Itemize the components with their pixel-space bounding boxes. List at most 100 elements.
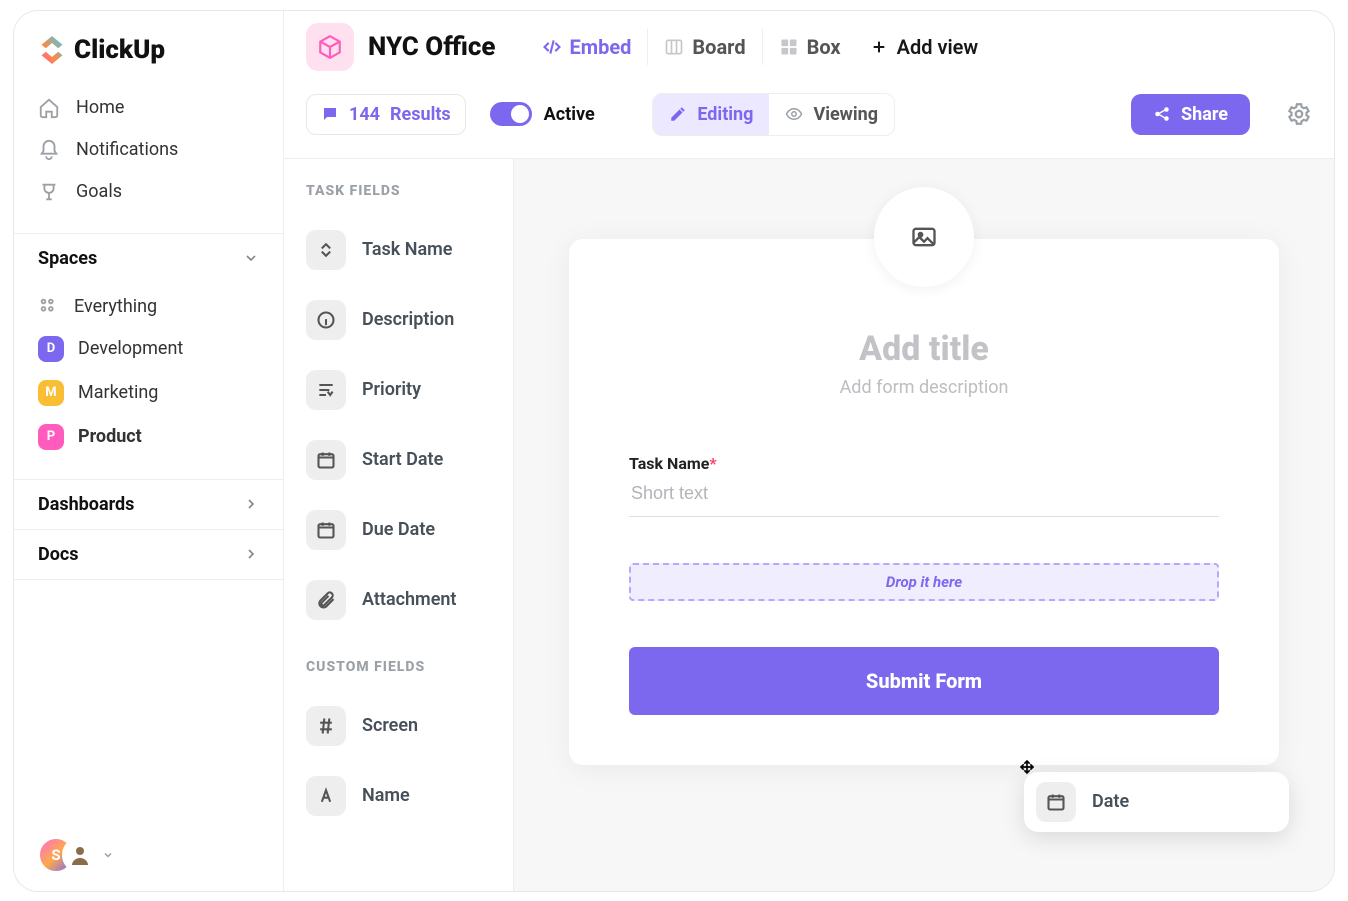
form-title-input[interactable]: Add title [629,329,1219,369]
share-button-label: Share [1181,104,1228,125]
field-due-date[interactable]: Due Date [306,495,513,565]
subbar: 144 Results Active Editing Viewing S [284,83,1334,159]
embed-icon [542,37,562,57]
section-dashboards[interactable]: Dashboards [14,479,283,529]
active-toggle-row: Active [490,102,595,126]
section-docs-label: Docs [38,544,78,565]
section-docs[interactable]: Docs [14,529,283,580]
calendar-icon [306,510,346,550]
attachment-icon [306,580,346,620]
form-field-label: Task Name* [629,454,717,473]
space-everything[interactable]: Everything [14,287,283,327]
main: NYC Office Embed Board Box Add view [284,11,1334,891]
space-label: Product [78,426,142,447]
field-description[interactable]: Description [306,285,513,355]
space-label: Development [78,338,183,359]
mode-editing-label: Editing [697,104,753,125]
view-tab-label: Embed [570,35,632,59]
space-chip: D [38,336,64,362]
field-label: Attachment [362,589,456,610]
form-description-input[interactable]: Add form description [629,377,1219,398]
box-icon [317,34,343,60]
active-toggle[interactable] [490,102,532,126]
space-label: Marketing [78,382,158,403]
view-tab-label: Board [692,35,745,59]
field-priority[interactable]: Priority [306,355,513,425]
dragging-field-label: Date [1092,791,1129,812]
project-title: NYC Office [368,32,496,62]
field-task-name[interactable]: Task Name [306,215,513,285]
mode-viewing[interactable]: Viewing [769,94,894,135]
space-everything-label: Everything [74,296,157,317]
eye-icon [785,105,803,123]
form-field-task-name: Task Name* [629,454,1219,517]
field-attachment[interactable]: Attachment [306,565,513,635]
sidebar: ClickUp Home Notifications Goals Spaces [14,11,284,891]
field-label: Description [362,309,454,330]
trophy-icon [38,181,60,203]
mode-viewing-label: Viewing [813,104,878,125]
mode-segment: Editing Viewing [652,93,895,136]
nav-home[interactable]: Home [14,87,283,129]
sort-icon [306,230,346,270]
brand-name: ClickUp [74,35,165,65]
mode-editing[interactable]: Editing [653,94,769,135]
field-label: Task Name [362,239,452,260]
section-dashboards-label: Dashboards [38,494,134,515]
brand[interactable]: ClickUp [14,11,283,83]
fields-panel: Task Fields Task Name Description [284,159,514,891]
space-chip: P [38,424,64,450]
dragging-field-chip[interactable]: Date [1024,772,1289,832]
section-spaces[interactable]: Spaces [14,233,283,283]
info-icon [306,300,346,340]
space-product[interactable]: P Product [14,415,283,459]
space-marketing[interactable]: M Marketing [14,371,283,415]
view-tab-box[interactable]: Box [762,29,857,65]
submit-button-label: Submit Form [866,669,982,693]
form-image-button[interactable] [874,187,974,287]
nav-home-label: Home [76,97,124,118]
nav-goals-label: Goals [76,181,122,202]
spaces-list: Everything D Development M Marketing P P… [14,283,283,479]
calendar-icon [306,440,346,480]
field-start-date[interactable]: Start Date [306,425,513,495]
field-label: Name [362,785,410,806]
view-tabs: Embed Board Box Add view [526,29,993,65]
field-label: Priority [362,379,421,400]
view-tab-board[interactable]: Board [647,29,761,65]
clickup-logo-icon [38,36,66,64]
active-toggle-label: Active [544,104,595,125]
project-avatar[interactable] [306,23,354,71]
view-tab-embed[interactable]: Embed [526,29,648,65]
plus-icon [871,39,887,55]
field-screen[interactable]: Screen [306,691,513,761]
calendar-icon [1036,782,1076,822]
nav-notifications[interactable]: Notifications [14,129,283,171]
user-avatar [62,837,98,873]
hash-icon [306,706,346,746]
submit-button[interactable]: Submit Form [629,647,1219,715]
field-name[interactable]: Name [306,761,513,831]
drop-zone[interactable]: Drop it here [629,563,1219,601]
add-view-button[interactable]: Add view [857,29,993,65]
move-icon[interactable] [1019,759,1035,775]
share-button[interactable]: Share [1131,94,1250,135]
field-label: Due Date [362,519,435,540]
avatar-stack: S [38,837,94,873]
chevron-right-icon [243,496,259,512]
settings-button[interactable] [1286,101,1312,127]
task-name-input[interactable] [629,473,1219,517]
custom-fields-heading: Custom Fields [306,659,513,675]
nav-notifications-label: Notifications [76,139,178,160]
results-pill[interactable]: 144 Results [306,94,466,135]
chat-icon [321,105,339,123]
form-card: Add title Add form description Task Name… [569,239,1279,765]
space-development[interactable]: D Development [14,327,283,371]
field-label: Start Date [362,449,443,470]
text-icon [306,776,346,816]
board-icon [664,37,684,57]
home-icon [38,97,60,119]
user-switcher[interactable]: S [14,819,283,891]
grid-icon [38,296,60,318]
nav-goals[interactable]: Goals [14,171,283,213]
